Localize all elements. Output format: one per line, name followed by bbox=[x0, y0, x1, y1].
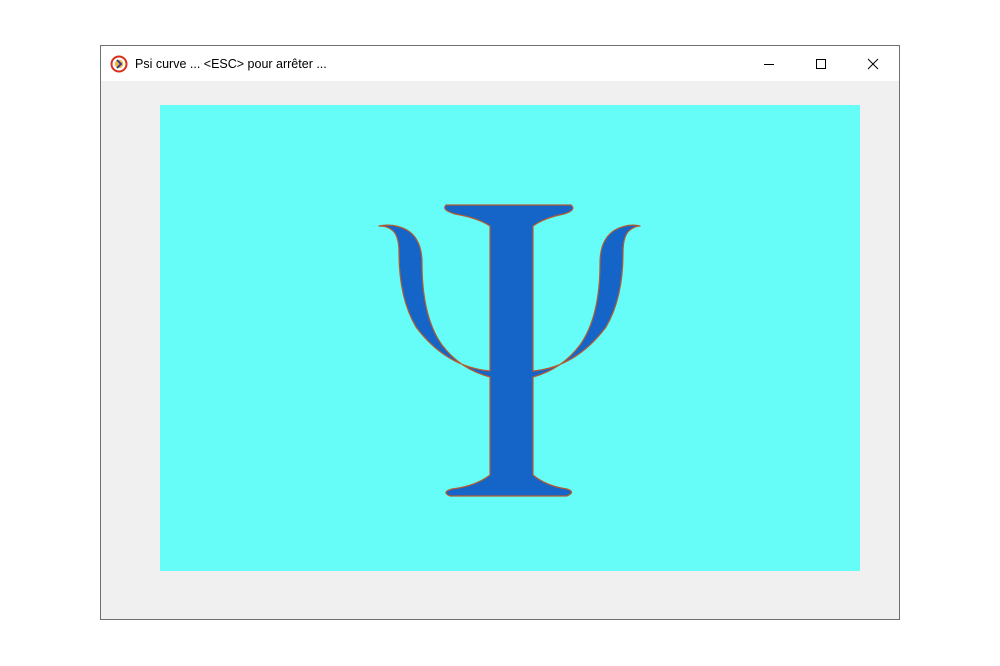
title-bar[interactable]: Psi curve ... <ESC> pour arrêter ... bbox=[101, 46, 899, 81]
close-icon bbox=[867, 58, 879, 69]
window-controls bbox=[743, 46, 899, 81]
psi-drawing bbox=[160, 105, 860, 571]
app-window: Psi curve ... <ESC> pour arrêter ... bbox=[100, 45, 900, 620]
client-area bbox=[101, 81, 899, 619]
minimize-icon bbox=[764, 63, 774, 65]
minimize-button[interactable] bbox=[743, 46, 795, 81]
app-icon[interactable] bbox=[110, 55, 128, 73]
maximize-icon bbox=[816, 58, 826, 69]
window-title: Psi curve ... <ESC> pour arrêter ... bbox=[135, 56, 327, 71]
close-button[interactable] bbox=[847, 46, 899, 81]
maximize-button[interactable] bbox=[795, 46, 847, 81]
drawing-canvas bbox=[160, 105, 860, 571]
